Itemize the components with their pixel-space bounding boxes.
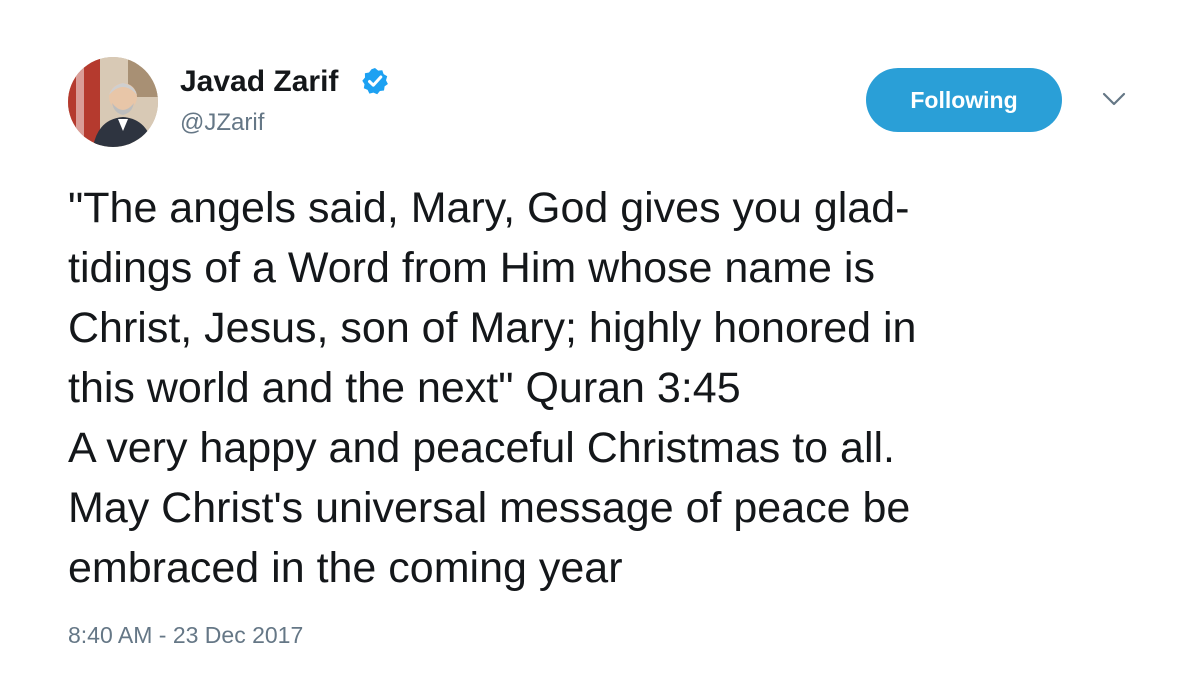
following-button[interactable]: Following [866, 68, 1062, 132]
tweet-timestamp[interactable]: 8:40 AM - 23 Dec 2017 [68, 620, 303, 650]
tweet-line: May Christ's universal message of peace … [68, 484, 911, 532]
avatar[interactable] [68, 57, 158, 147]
user-handle[interactable]: @JZarif [180, 108, 264, 138]
tweet-card: Javad Zarif @JZarif Following "The angel… [0, 0, 1200, 674]
tweet-line: A very happy and peaceful Christmas to a… [68, 424, 895, 472]
tweet-line: embraced in the coming year [68, 544, 623, 592]
tweet-line: tidings of a Word from Him whose name is [68, 244, 875, 292]
verified-badge-icon [362, 68, 388, 95]
tweet-text: "The angels said, Mary, God gives you gl… [68, 178, 1158, 598]
tweet-line: "The angels said, Mary, God gives you gl… [68, 184, 910, 232]
chevron-down-icon[interactable] [1101, 90, 1127, 108]
display-name[interactable]: Javad Zarif [180, 64, 338, 100]
avatar-photo [68, 57, 158, 147]
tweet-line: this world and the next" Quran 3:45 [68, 364, 741, 412]
tweet-line: Christ, Jesus, son of Mary; highly honor… [68, 304, 917, 352]
